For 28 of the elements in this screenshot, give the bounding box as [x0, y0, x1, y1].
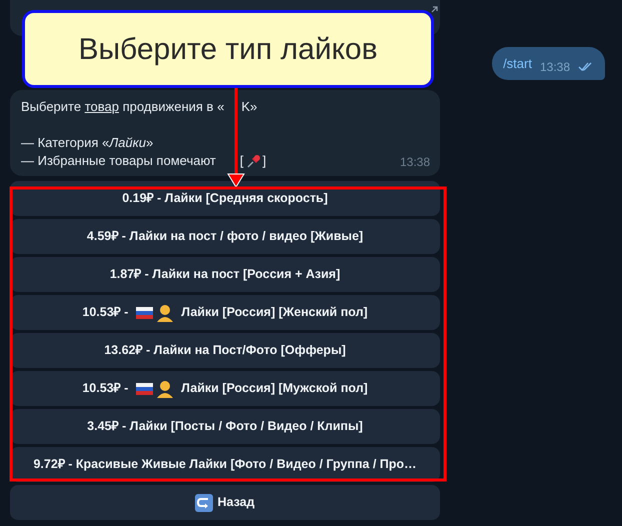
keyboard-button[interactable]: 9.72₽ - Красивые Живые Лайки [Фото / Видео / Группа / Про… — [10, 447, 440, 482]
message-text: [ — [240, 152, 244, 170]
person-icon — [156, 380, 174, 398]
message-text: продвижения в « — [122, 98, 224, 116]
keyboard-button[interactable]: 0.19₽ - Лайки [Средняя скорость] — [10, 181, 440, 216]
flag-icon — [136, 382, 153, 394]
product-link[interactable]: товар — [84, 98, 119, 116]
flag-icon — [136, 306, 153, 318]
message-text: ] — [262, 152, 266, 170]
keyboard-button[interactable]: 1.87₽ - Лайки на пост [Россия + Азия] — [10, 257, 440, 292]
back-button[interactable]: Назад — [10, 485, 440, 520]
callout-text: Выберите тип лайков — [78, 32, 378, 68]
message-time: 13:38 — [400, 154, 430, 171]
person-icon — [156, 304, 174, 322]
pushpin-icon — [246, 154, 260, 168]
keyboard-button[interactable]: 3.45₽ - Лайки [Посты / Фото / Видео / Клипы] — [10, 409, 440, 444]
keyboard-button[interactable]: 13.62₽ - Лайки на Пост/Фото [Офферы] — [10, 333, 440, 368]
message-text: Выберите — [21, 98, 82, 116]
expand-icon — [431, 6, 438, 13]
keyboard-button[interactable]: 4.59₽ - Лайки на пост / фото / видео [Живые] — [10, 219, 440, 254]
message-text: — Избранные товары помечают — [21, 152, 216, 170]
keyboard-button[interactable]: 10.53₽ - Лайки [Россия] [Женский пол] — [10, 295, 440, 330]
message-time: 13:38 — [540, 58, 570, 76]
message-text: /start — [503, 54, 532, 73]
keyboard-button[interactable]: 10.53₽ - Лайки [Россия] [Мужской пол] — [10, 371, 440, 406]
message-text: — Категория «Лайки» — [21, 134, 154, 152]
return-icon — [195, 494, 214, 512]
message-text: K» — [241, 98, 258, 116]
